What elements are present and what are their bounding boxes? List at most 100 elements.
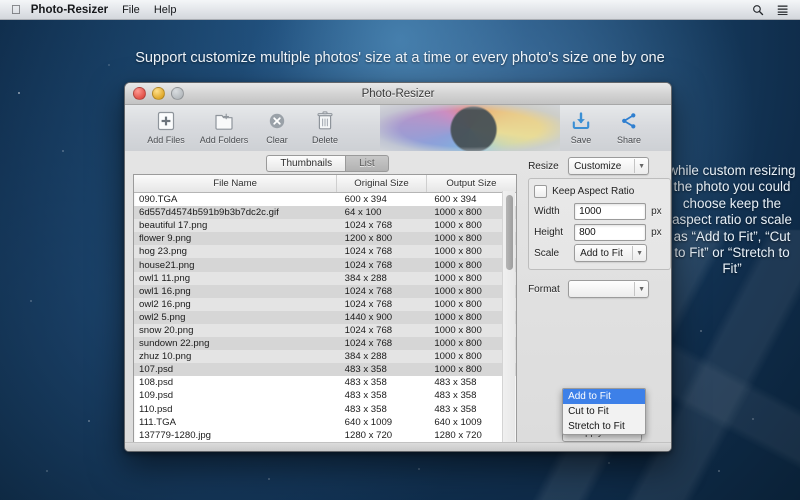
resize-mode-select[interactable]: Customize ▼ xyxy=(568,157,649,175)
table-row[interactable]: owl1 16.png1024 x 7681000 x 800 xyxy=(134,285,516,298)
table-row[interactable]: house21.png1024 x 7681000 x 800 xyxy=(134,258,516,271)
table-row[interactable]: 107.psd483 x 3581000 x 800 xyxy=(134,363,516,376)
height-row: Height 800 px xyxy=(534,223,665,241)
add-files-label: Add Files xyxy=(147,135,185,145)
add-folders-button[interactable]: Add Folders xyxy=(195,109,253,145)
width-unit-label: px xyxy=(651,206,662,217)
table-row[interactable]: owl2 16.png1024 x 7681000 x 800 xyxy=(134,298,516,311)
cell-original-size: 64 x 100 xyxy=(337,206,427,219)
keep-aspect-ratio-row[interactable]: Keep Aspect Ratio xyxy=(534,184,665,199)
cell-file-name: beautiful 17.png xyxy=(134,219,337,232)
trash-icon xyxy=(315,109,335,133)
scale-select[interactable]: Add to Fit ▼ xyxy=(574,244,647,262)
add-file-icon xyxy=(155,109,177,133)
window-content: Thumbnails List File Name Original Size … xyxy=(125,151,671,451)
resize-mode-value: Customize xyxy=(574,161,621,172)
tab-thumbnails[interactable]: Thumbnails xyxy=(266,155,345,172)
table-row[interactable]: hog 23.png1024 x 7681000 x 800 xyxy=(134,245,516,258)
toolbar-photo-preview xyxy=(380,105,560,152)
cell-file-name: 110.psd xyxy=(134,403,337,416)
scale-option-cut-to-fit[interactable]: Cut to Fit xyxy=(563,404,645,419)
cell-file-name: 111.TGA xyxy=(134,416,337,429)
menu-item-file[interactable]: File xyxy=(122,4,140,16)
table-row[interactable]: sundown 22.png1024 x 7681000 x 800 xyxy=(134,337,516,350)
table-row[interactable]: owl1 11.png384 x 2881000 x 800 xyxy=(134,272,516,285)
chevron-down-icon: ▼ xyxy=(634,159,648,173)
scale-option-stretch-to-fit[interactable]: Stretch to Fit xyxy=(563,419,645,434)
window-bottom-bar xyxy=(125,442,671,451)
format-label: Format xyxy=(528,284,568,295)
table-row[interactable]: beautiful 17.png1024 x 7681000 x 800 xyxy=(134,219,516,232)
view-mode-tabs: Thumbnails List xyxy=(131,155,524,171)
add-folder-icon xyxy=(213,109,235,133)
table-row[interactable]: 110.psd483 x 358483 x 358 xyxy=(134,403,516,416)
file-table-scrollbar[interactable] xyxy=(502,191,515,446)
column-header-output-size[interactable]: Output Size xyxy=(426,175,516,193)
app-toolbar: Add Files Add Folders xyxy=(125,105,671,153)
scale-value: Add to Fit xyxy=(580,248,623,259)
menu-item-help[interactable]: Help xyxy=(154,4,177,16)
table-row[interactable]: 6d557d4574b591b9b3b7dc2c.gif64 x 1001000… xyxy=(134,206,516,219)
system-menubar:  Photo-Resizer File Help xyxy=(0,0,800,20)
width-label: Width xyxy=(534,206,574,217)
clear-button[interactable]: Clear xyxy=(253,109,301,145)
cell-original-size: 1024 x 768 xyxy=(337,337,427,350)
cell-original-size: 384 x 288 xyxy=(337,350,427,363)
cell-file-name: owl2 5.png xyxy=(134,311,337,324)
scrollbar-thumb[interactable] xyxy=(506,195,513,270)
screen-root:  Photo-Resizer File Help Support custom… xyxy=(0,0,800,500)
cell-original-size: 483 x 358 xyxy=(337,376,427,389)
chevron-down-icon: ▼ xyxy=(632,246,646,260)
cell-original-size: 1024 x 768 xyxy=(337,285,427,298)
cell-original-size: 1024 x 768 xyxy=(337,298,427,311)
table-row[interactable]: snow 20.png1024 x 7681000 x 800 xyxy=(134,324,516,337)
table-row[interactable]: 137779-1280.jpg1280 x 7201280 x 720 xyxy=(134,429,516,442)
format-select[interactable]: ▼ xyxy=(568,280,649,298)
save-download-icon xyxy=(571,109,591,133)
cell-file-name: sundown 22.png xyxy=(134,337,337,350)
file-list-pane: Thumbnails List File Name Original Size … xyxy=(125,151,524,451)
height-label: Height xyxy=(534,227,574,238)
cell-original-size: 1024 x 768 xyxy=(337,258,427,271)
table-row[interactable]: 108.psd483 x 358483 x 358 xyxy=(134,376,516,389)
table-row[interactable]: 111.TGA640 x 1009640 x 1009 xyxy=(134,416,516,429)
table-row[interactable]: owl2 5.png1440 x 9001000 x 800 xyxy=(134,311,516,324)
cell-file-name: 090.TGA xyxy=(134,193,337,207)
column-header-file-name[interactable]: File Name xyxy=(134,175,337,193)
cell-file-name: owl1 11.png xyxy=(134,272,337,285)
cell-original-size: 640 x 1009 xyxy=(337,416,427,429)
cell-original-size: 483 x 358 xyxy=(337,403,427,416)
keep-aspect-ratio-checkbox[interactable] xyxy=(534,185,547,198)
scale-dropdown-menu[interactable]: Add to FitCut to FitStretch to Fit xyxy=(562,388,646,435)
file-table-header: File Name Original Size Output Size xyxy=(134,175,516,193)
cell-file-name: house21.png xyxy=(134,258,337,271)
share-button[interactable]: Share xyxy=(605,109,653,145)
cell-original-size: 483 x 358 xyxy=(337,389,427,402)
file-table-container[interactable]: File Name Original Size Output Size 090.… xyxy=(133,174,517,448)
table-row[interactable]: 109.psd483 x 358483 x 358 xyxy=(134,389,516,402)
cell-original-size: 483 x 358 xyxy=(337,363,427,376)
table-row[interactable]: zhuz 10.png384 x 2881000 x 800 xyxy=(134,350,516,363)
window-titlebar[interactable]: Photo-Resizer xyxy=(125,83,671,105)
menubar-app-name[interactable]: Photo-Resizer xyxy=(31,4,108,16)
width-input[interactable]: 1000 xyxy=(574,203,646,220)
scale-option-add-to-fit[interactable]: Add to Fit xyxy=(563,389,645,404)
apple-logo-icon[interactable]:  xyxy=(11,3,21,16)
height-input[interactable]: 800 xyxy=(574,224,646,241)
save-button[interactable]: Save xyxy=(557,109,605,145)
format-row: Format ▼ xyxy=(528,280,671,298)
list-menu-icon[interactable] xyxy=(777,4,789,16)
cell-original-size: 1440 x 900 xyxy=(337,311,427,324)
delete-button[interactable]: Delete xyxy=(301,109,349,145)
tab-list[interactable]: List xyxy=(345,155,389,172)
share-label: Share xyxy=(617,135,641,145)
search-icon[interactable] xyxy=(752,4,764,16)
add-files-button[interactable]: Add Files xyxy=(137,109,195,145)
dimensions-group: Keep Aspect Ratio Width 1000 px Height 8… xyxy=(528,178,671,270)
resize-settings-pane: Resize Customize ▼ Keep Aspect Ratio Wid… xyxy=(524,151,671,451)
table-row[interactable]: 090.TGA600 x 394600 x 394 xyxy=(134,193,516,207)
keep-aspect-ratio-label: Keep Aspect Ratio xyxy=(552,186,634,197)
table-row[interactable]: flower 9.png1200 x 8001000 x 800 xyxy=(134,232,516,245)
scale-row: Scale Add to Fit ▼ xyxy=(534,244,665,262)
column-header-original-size[interactable]: Original Size xyxy=(337,175,427,193)
